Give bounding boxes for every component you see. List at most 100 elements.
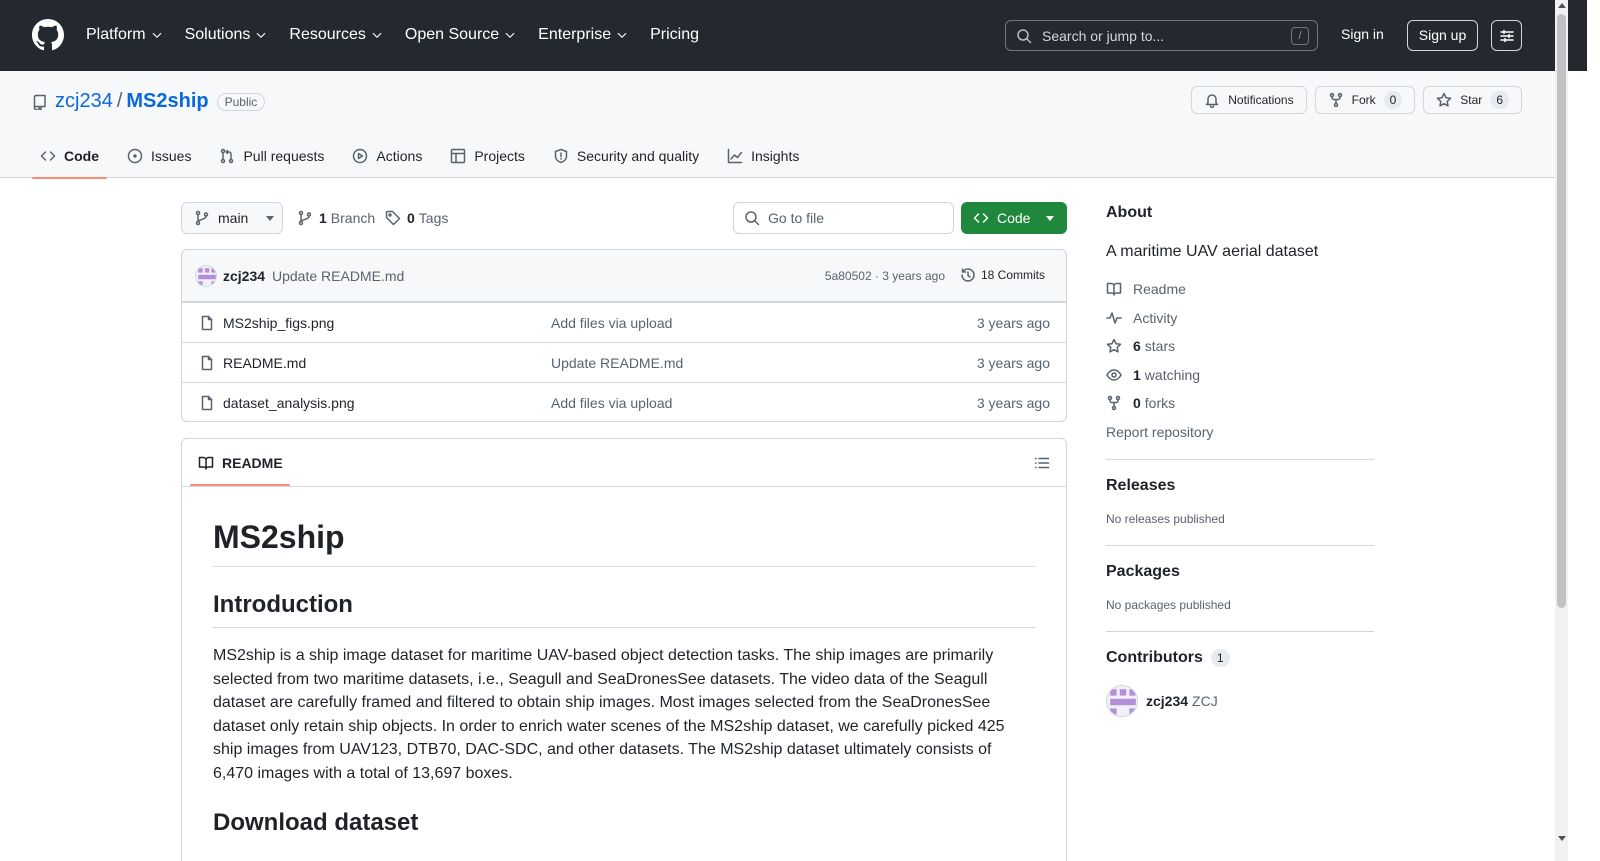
tags-link[interactable]: 0 Tags (385, 210, 448, 226)
page-scrollbar[interactable] (1555, 0, 1568, 861)
forks-count: 0 (1133, 395, 1141, 412)
github-logo-icon[interactable] (32, 19, 64, 51)
avatar[interactable] (195, 265, 217, 287)
fork-button[interactable]: Fork 0 (1314, 86, 1416, 114)
graph-icon (727, 148, 743, 163)
history-icon (961, 268, 975, 282)
repo-name-link[interactable]: MS2ship (126, 90, 208, 113)
nav-pricing[interactable]: Pricing (650, 24, 699, 46)
forks-link[interactable]: 0 forks (1106, 389, 1374, 418)
stars-link[interactable]: 6 stars (1106, 332, 1374, 361)
file-name-link[interactable]: MS2ship_figs.png (223, 315, 334, 331)
identicon-icon (1107, 685, 1137, 716)
releases-heading[interactable]: Releases (1106, 477, 1374, 495)
bell-icon (1205, 94, 1219, 108)
commits-history-link[interactable]: 18 Commits (960, 267, 1045, 283)
star-icon (1437, 92, 1452, 107)
file-icon (201, 395, 213, 411)
go-to-file-input[interactable]: Go to file (733, 202, 954, 234)
file-icon (201, 355, 213, 371)
branch-icon (195, 210, 209, 226)
branches-link[interactable]: 1 Branch (297, 210, 375, 226)
tab-issues[interactable]: Issues (119, 133, 199, 178)
table-row: MS2ship_figs.png Add files via upload 3 … (182, 302, 1066, 342)
repo-owner-link[interactable]: zcj234 (55, 90, 113, 113)
readme-header: README (182, 439, 1066, 487)
scroll-down-icon[interactable] (1558, 836, 1566, 841)
file-commit-message[interactable]: Update README.md (551, 355, 683, 371)
code-icon (973, 213, 989, 223)
nav-enterprise[interactable]: Enterprise (538, 24, 628, 46)
tab-actions[interactable]: Actions (344, 133, 430, 178)
stars-label: stars (1144, 338, 1176, 355)
caret-down-icon (266, 215, 275, 221)
file-commit-message[interactable]: Add files via upload (551, 315, 672, 331)
packages-empty-text: No packages published (1106, 597, 1231, 612)
scroll-thumb[interactable] (1557, 14, 1566, 608)
contributor-item[interactable]: zcj234 ZCJ (1106, 684, 1374, 717)
readme-link-label: Readme (1133, 281, 1186, 298)
sign-up-button[interactable]: Sign up (1407, 20, 1478, 51)
top-nav: Platform Solutions Resources Open Source… (86, 24, 721, 46)
code-icon (40, 150, 56, 161)
code-button-label: Code (997, 210, 1031, 226)
nav-solutions[interactable]: Solutions (185, 24, 268, 46)
commit-author-link[interactable]: zcj234 (223, 268, 265, 284)
watching-count: 1 (1133, 366, 1141, 383)
avatar[interactable] (1106, 684, 1138, 717)
tab-projects[interactable]: Projects (442, 133, 533, 178)
readme-tab[interactable]: README (198, 455, 283, 471)
repo-sidebar: About A maritime UAV aerial dataset Read… (1106, 204, 1374, 717)
nav-open-source[interactable]: Open Source (405, 24, 516, 46)
branch-selector[interactable]: main (181, 202, 283, 234)
branch-name: main (218, 210, 249, 226)
commit-hash-link[interactable]: 5a80502 · 3 years ago (825, 269, 945, 283)
search-icon (1017, 28, 1032, 43)
sign-in-link[interactable]: Sign in (1341, 26, 1384, 42)
star-button[interactable]: Star 6 (1423, 86, 1522, 114)
global-header: Platform Solutions Resources Open Source… (0, 0, 1587, 71)
contributors-heading[interactable]: Contributors 1 (1106, 648, 1374, 667)
star-icon (1106, 339, 1122, 353)
file-name-link[interactable]: README.md (223, 355, 306, 371)
book-icon (1106, 283, 1122, 296)
file-commit-message[interactable]: Add files via upload (551, 395, 672, 411)
watching-link[interactable]: 1 watching (1106, 361, 1374, 390)
file-age: 3 years ago (976, 315, 1050, 331)
notifications-button[interactable]: Notifications (1191, 86, 1307, 114)
tab-insights[interactable]: Insights (719, 133, 807, 178)
report-repository-link[interactable]: Report repository (1106, 424, 1374, 440)
tab-security[interactable]: Security and quality (545, 133, 707, 178)
contributor-fullname: ZCJ (1192, 692, 1218, 709)
menu-button[interactable] (1491, 20, 1522, 51)
file-icon (201, 315, 213, 331)
search-icon (745, 211, 760, 226)
tag-label: Tags (418, 210, 449, 226)
chevron-down-icon (617, 32, 627, 38)
repo-actions: Notifications Fork 0 Star 6 (1191, 86, 1522, 114)
repo-header: zcj234 / MS2ship Public Notifications Fo… (0, 71, 1555, 179)
list-icon[interactable] (1034, 455, 1050, 471)
scroll-up-icon[interactable] (1558, 3, 1566, 8)
commits-count: 18 Commits (980, 268, 1045, 282)
visibility-badge: Public (216, 92, 266, 111)
nav-resources-label: Resources (289, 26, 366, 43)
commit-message-link[interactable]: Update README.md (272, 268, 404, 284)
contributor-username[interactable]: zcj234 (1146, 693, 1188, 709)
nav-resources[interactable]: Resources (289, 24, 382, 46)
pulse-icon (1106, 312, 1122, 324)
code-button[interactable]: Code (961, 202, 1067, 234)
file-name-link[interactable]: dataset_analysis.png (223, 395, 355, 411)
search-shortcut-key: / (1291, 27, 1309, 45)
packages-heading[interactable]: Packages (1106, 563, 1374, 581)
nav-pricing-label: Pricing (650, 26, 699, 43)
global-search-input[interactable]: Search or jump to... / (1005, 20, 1318, 51)
tab-pull-requests[interactable]: Pull requests (211, 133, 332, 178)
readme-link[interactable]: Readme (1106, 275, 1374, 304)
tab-code[interactable]: Code (32, 133, 107, 179)
nav-platform[interactable]: Platform (86, 24, 163, 46)
contributors-count: 1 (1210, 648, 1230, 667)
activity-link[interactable]: Activity (1106, 304, 1374, 333)
branch-icon (298, 210, 312, 226)
about-description: A maritime UAV aerial dataset (1106, 243, 1319, 260)
